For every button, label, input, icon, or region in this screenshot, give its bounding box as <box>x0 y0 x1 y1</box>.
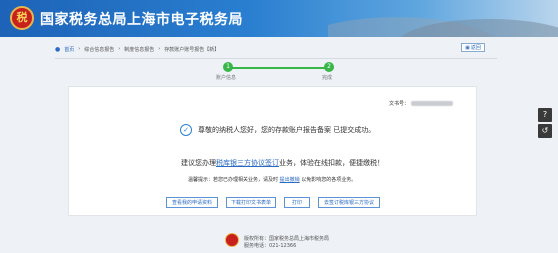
print-button[interactable]: 打印 <box>284 197 310 208</box>
footer-copyright: 版权所有：国家税务总局上海市税务局 <box>244 236 330 242</box>
refresh-icon[interactable]: ↺ <box>538 124 552 138</box>
tip-prefix: 温馨提示：若您已办理相关业务，请及时 <box>188 177 279 183</box>
breadcrumb-separator: › <box>158 46 161 52</box>
breadcrumb: ● 首页 › 综合信息报告 › 制度信息报告 › 存款账户账号报告【新】 <box>55 42 493 56</box>
recommendation-text: 建议您办理税库银三方协议签订业务，体验在线扣款，便捷缴税！ <box>181 158 384 168</box>
step-progress-line <box>228 67 328 69</box>
view-application-button[interactable]: 查看我的申请资料 <box>166 197 218 208</box>
document-number-redacted <box>411 101 454 106</box>
tip-text: 温馨提示：若您已办理相关业务，请及时 提出撤销 以免影响您的各项业务。 <box>188 176 356 183</box>
back-icon: ▣ <box>465 44 470 51</box>
step-2-indicator: 2 <box>324 62 334 72</box>
header-background-art <box>328 0 558 37</box>
success-message: 尊敬的纳税人您好，您的存款账户报告备案 已提交成功。 <box>198 126 376 134</box>
breadcrumb-separator: › <box>78 46 81 52</box>
document-number: 文书号： <box>389 100 454 107</box>
step-1-indicator: 1 <box>223 62 233 72</box>
side-toolbar: ? ↺ <box>538 108 552 140</box>
breadcrumb-separator: › <box>118 46 121 52</box>
site-header: 税 国家税务总局上海市电子税务局 <box>0 0 558 37</box>
sign-agreement-button[interactable]: 去签订税库银三方协议 <box>318 197 380 208</box>
check-circle-icon: ✓ <box>180 124 192 136</box>
site-title: 国家税务总局上海市电子税务局 <box>40 12 243 28</box>
footer: 版权所有：国家税务总局上海市税务局 服务电话：021-12366 <box>244 236 329 250</box>
footer-phone: 服务电话：021-12366 <box>244 243 297 249</box>
breadcrumb-home[interactable]: 首页 <box>64 46 74 53</box>
step-1-label: 账户信息 <box>216 75 237 81</box>
breadcrumb-item[interactable]: 制度信息报告 <box>124 46 154 53</box>
recommend-prefix: 建议您办理 <box>181 159 216 167</box>
location-pin-icon: ● <box>55 45 61 53</box>
breadcrumb-item[interactable]: 综合信息报告 <box>84 46 114 53</box>
step-2-label: 完成 <box>322 75 333 81</box>
back-button[interactable]: ▣ 返回 <box>461 43 485 52</box>
footer-emblem-logo <box>225 233 239 247</box>
header-divider <box>55 58 497 59</box>
tip-suffix: 以免影响您的各项业务。 <box>301 177 357 183</box>
help-icon[interactable]: ? <box>538 108 552 122</box>
document-number-label: 文书号： <box>389 101 410 107</box>
breadcrumb-current: 存款账户账号报告【新】 <box>164 46 220 53</box>
revoke-link[interactable]: 提出撤销 <box>280 177 300 183</box>
download-print-form-button[interactable]: 下载打印文书表单 <box>226 197 276 208</box>
success-row: ✓ 尊敬的纳税人您好，您的存款账户报告备案 已提交成功。 <box>180 124 375 136</box>
recommend-suffix: 业务，体验在线扣款，便捷缴税！ <box>279 159 384 167</box>
tax-emblem-logo: 税 <box>10 6 34 30</box>
back-button-label: 返回 <box>470 45 481 51</box>
tripartite-agreement-link[interactable]: 税库银三方协议签订 <box>216 159 279 167</box>
